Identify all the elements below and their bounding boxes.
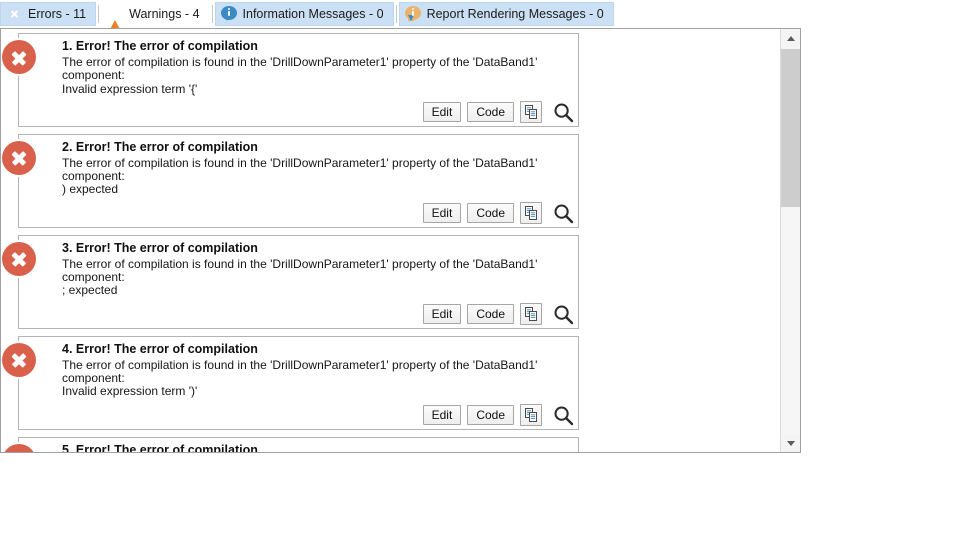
edit-button[interactable]: Edit (422, 102, 462, 123)
error-list: 1. Error! The error of compilation The e… (1, 29, 780, 452)
error-title: 4. Error! The error of compilation (62, 341, 258, 356)
warning-triangle-icon (107, 5, 124, 35)
error-title: 5. Error! The error of compilation (62, 442, 258, 452)
tab-information-messages-label: Information Messages - 0 (242, 7, 384, 21)
copy-icon (524, 105, 537, 120)
copy-icon (524, 206, 537, 221)
error-actions: Edit Code (19, 201, 578, 227)
search-button[interactable] (550, 301, 576, 327)
code-button[interactable]: Code (467, 304, 514, 325)
error-title: 1. Error! The error of compilation (62, 39, 258, 53)
tab-separator-1 (98, 5, 100, 23)
scroll-up-arrow-icon (786, 35, 795, 41)
tab-errors[interactable]: Errors - 11 (0, 2, 97, 26)
tab-errors-label: Errors - 11 (28, 7, 87, 21)
error-item[interactable]: 2. Error! The error of compilation The e… (2, 133, 579, 228)
scrollbar-thumb[interactable] (781, 49, 800, 207)
error-description: The error of compilation is found in the… (62, 357, 538, 399)
error-actions: Edit Code (19, 403, 578, 429)
scrollbar-track[interactable] (781, 47, 800, 434)
edit-button[interactable]: Edit (422, 203, 462, 224)
error-title: 2. Error! The error of compilation (62, 139, 258, 154)
search-icon (554, 406, 573, 425)
error-item[interactable]: 1. Error! The error of compilation The e… (2, 33, 579, 127)
info-bubble-icon (220, 5, 238, 23)
edit-button[interactable]: Edit (422, 304, 462, 325)
error-circle-icon (2, 342, 36, 377)
error-content: 3. Error! The error of compilation The e… (19, 236, 578, 302)
copy-icon (524, 408, 537, 423)
error-actions: Edit Code (19, 302, 578, 328)
error-description: The error of compilation is found in the… (62, 155, 538, 197)
message-category-tabs: Errors - 11 Warnings - 4 Information Mes… (0, 0, 801, 35)
error-circle-icon (2, 40, 36, 74)
error-title: 3. Error! The error of compilation (62, 240, 258, 255)
scroll-up-button[interactable] (781, 29, 800, 47)
error-actions: Edit Code (19, 100, 578, 126)
search-button[interactable] (550, 99, 576, 125)
copy-icon (524, 307, 537, 322)
code-button[interactable]: Code (467, 405, 514, 426)
tab-separator-2 (211, 5, 213, 23)
search-button[interactable] (550, 402, 576, 428)
tab-warnings-label: Warnings - 4 (129, 7, 200, 21)
code-button[interactable]: Code (467, 102, 514, 123)
error-item[interactable]: 4. Error! The error of compilation The e… (2, 335, 579, 430)
search-icon (554, 103, 573, 123)
error-item[interactable]: 5. Error! The error of compilation The e… (2, 436, 579, 452)
info-bubble-gold-icon (404, 5, 422, 23)
scroll-down-arrow-icon (786, 440, 795, 446)
error-circle-icon (6, 6, 23, 23)
tab-information-messages[interactable]: Information Messages - 0 (214, 2, 394, 26)
tab-report-rendering-messages[interactable]: Report Rendering Messages - 0 (398, 2, 614, 26)
copy-button[interactable] (520, 202, 542, 225)
messages-scroll-area: 1. Error! The error of compilation The e… (0, 28, 801, 453)
error-content: 5. Error! The error of compilation The e… (19, 438, 578, 452)
search-icon (554, 305, 573, 324)
error-circle-icon (2, 140, 36, 175)
error-content: 4. Error! The error of compilation The e… (19, 337, 578, 403)
copy-button[interactable] (520, 101, 542, 124)
report-messages-panel: Errors - 11 Warnings - 4 Information Mes… (0, 0, 801, 453)
error-content: 2. Error! The error of compilation The e… (19, 135, 578, 201)
error-content: 1. Error! The error of compilation The e… (19, 34, 578, 100)
tab-report-rendering-messages-label: Report Rendering Messages - 0 (426, 7, 604, 21)
error-item[interactable]: 3. Error! The error of compilation The e… (2, 234, 579, 329)
error-description: The error of compilation is found in the… (62, 55, 538, 96)
tab-separator-3 (395, 5, 397, 23)
code-button[interactable]: Code (467, 203, 514, 224)
scroll-down-button[interactable] (781, 434, 800, 452)
copy-button[interactable] (520, 303, 542, 326)
search-button[interactable] (550, 200, 576, 226)
search-icon (554, 204, 573, 223)
error-description: The error of compilation is found in the… (62, 256, 538, 298)
tab-warnings[interactable]: Warnings - 4 (101, 2, 209, 35)
copy-button[interactable] (520, 404, 542, 427)
edit-button[interactable]: Edit (422, 405, 462, 426)
error-circle-icon (2, 241, 36, 276)
vertical-scrollbar[interactable] (780, 29, 800, 452)
